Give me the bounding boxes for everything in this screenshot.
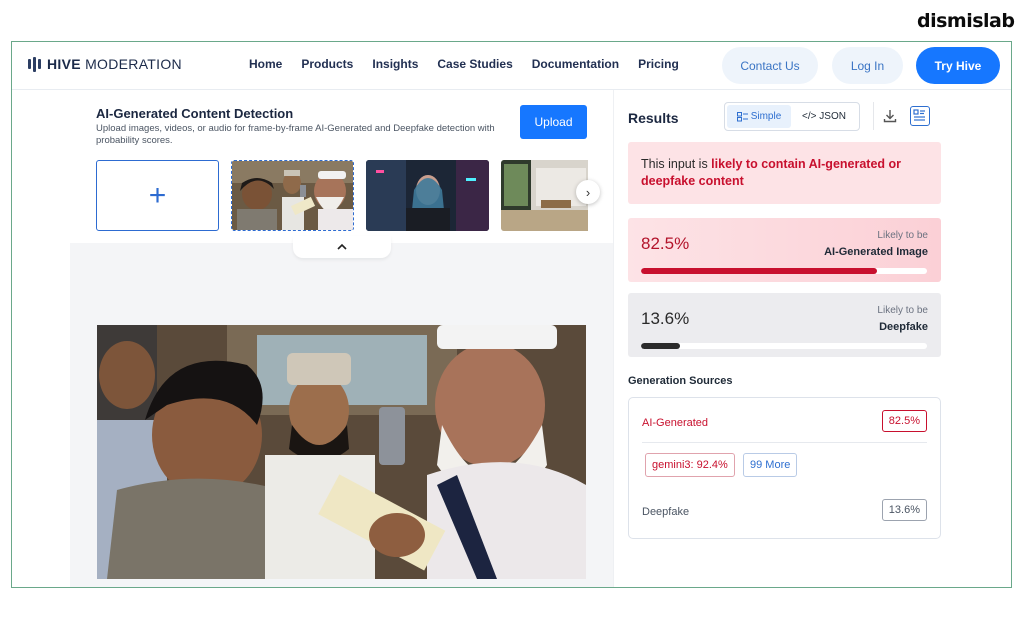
deepfake-score-card: 13.6% Likely to be Deepfake <box>628 293 941 357</box>
source-deepfake-label: Deepfake <box>642 506 690 518</box>
ai-generated-percent: 82.5% <box>641 234 690 253</box>
carousel-next-button[interactable]: › <box>576 180 600 204</box>
deepfake-progress-fill <box>641 343 680 349</box>
simple-view-label: Simple <box>750 111 782 122</box>
chevron-up-icon <box>337 243 347 250</box>
try-hive-button[interactable]: Try Hive <box>916 47 1000 84</box>
model-chip-gemini[interactable]: gemini3: 92.4% <box>645 453 735 477</box>
results-title: Results <box>628 110 679 126</box>
nav-home[interactable]: Home <box>249 57 282 71</box>
contact-us-button[interactable]: Contact Us <box>722 47 818 84</box>
ai-generated-score-card: 82.5% Likely to be AI-Generated Image <box>628 218 941 282</box>
thumbnail-cyber-woman[interactable] <box>366 160 489 231</box>
thumbnail-selected[interactable] <box>231 160 354 231</box>
uploaded-image-preview <box>97 325 586 579</box>
thumbnail-cyber-image <box>366 160 489 231</box>
top-navbar: HIVE MODERATION Home Products Insights C… <box>12 42 1011 90</box>
thumbnail-room-image <box>501 160 588 231</box>
ai-progress-track <box>641 268 927 274</box>
nav-pricing[interactable]: Pricing <box>638 57 679 71</box>
nav-links: Home Products Insights Case Studies Docu… <box>249 57 679 71</box>
chevron-right-icon: › <box>585 184 591 200</box>
simple-view-tab[interactable]: Simple <box>727 105 791 128</box>
detector-description: Upload images, videos, or audio for fram… <box>96 123 495 146</box>
verdict-banner: This input is likely to contain AI-gener… <box>628 142 941 204</box>
list-icon <box>736 111 748 121</box>
upload-button[interactable]: Upload <box>520 105 587 139</box>
ai-progress-fill <box>641 268 877 274</box>
logo-text: HIVE MODERATION <box>47 56 182 72</box>
detector-panel: AI-Generated Content Detection Upload im… <box>12 90 613 587</box>
toolbar-divider <box>873 102 874 130</box>
collapse-thumbnails-button[interactable] <box>293 236 391 258</box>
sample-thumbnails: + <box>96 160 588 231</box>
more-sources-chip[interactable]: 99 More <box>743 453 798 477</box>
dismislab-watermark: dismislab <box>917 10 1015 32</box>
download-icon[interactable] <box>882 108 898 124</box>
deepfake-progress-track <box>641 343 927 349</box>
browser-frame: HIVE MODERATION Home Products Insights C… <box>11 41 1012 588</box>
deepfake-likely-label: Likely to be <box>877 305 928 316</box>
results-panel: Results Simple </> JSON This input is li… <box>613 90 1011 587</box>
log-in-button[interactable]: Log In <box>832 47 903 84</box>
sources-divider <box>642 442 927 443</box>
hive-logo[interactable]: HIVE MODERATION <box>28 56 182 72</box>
nav-case-studies[interactable]: Case Studies <box>437 57 512 71</box>
nav-insights[interactable]: Insights <box>372 57 418 71</box>
verdict-prefix: This input is <box>641 157 712 171</box>
uploaded-photo <box>97 325 586 579</box>
ai-likely-label: Likely to be <box>877 230 928 241</box>
source-deepfake-value: 13.6% <box>881 499 927 521</box>
deepfake-category-label: Deepfake <box>879 321 928 333</box>
detector-title: AI-Generated Content Detection <box>96 106 294 121</box>
view-toggle: Simple </> JSON <box>724 102 860 131</box>
thumbnail-room[interactable] <box>501 160 588 231</box>
source-ai-label: AI-Generated <box>642 417 709 429</box>
source-ai-value: 82.5% <box>881 410 927 432</box>
generation-sources-title: Generation Sources <box>628 375 733 387</box>
ai-category-label: AI-Generated Image <box>824 246 928 258</box>
generation-sources-card: AI-Generated 82.5% gemini3: 92.4% 99 Mor… <box>628 397 941 539</box>
layout-icon[interactable] <box>910 106 930 126</box>
nav-products[interactable]: Products <box>301 57 353 71</box>
nav-documentation[interactable]: Documentation <box>532 57 619 71</box>
logo-bars-icon <box>28 56 41 72</box>
add-media-button[interactable]: + <box>96 160 219 231</box>
thumbnail-elders-image <box>232 161 353 230</box>
deepfake-percent: 13.6% <box>641 309 690 328</box>
plus-icon: + <box>148 178 167 212</box>
json-view-tab[interactable]: </> JSON <box>791 105 857 128</box>
